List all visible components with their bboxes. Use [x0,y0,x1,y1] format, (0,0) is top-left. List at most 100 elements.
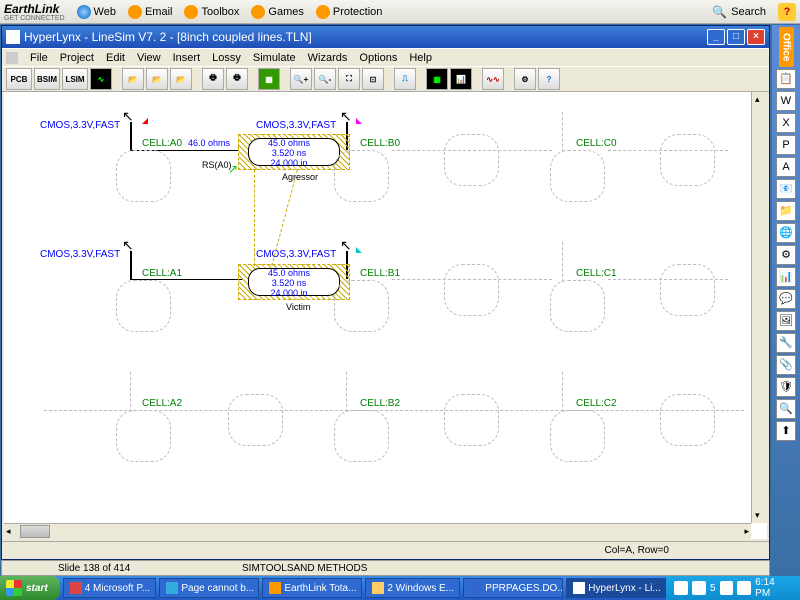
menu-file[interactable]: File [30,52,48,64]
ghost-slot[interactable] [660,134,715,186]
ghost-slot[interactable] [116,280,171,332]
tb-zoomout[interactable]: 🔍- [314,68,336,90]
ghost-slot[interactable] [334,150,389,202]
tb-grid[interactable]: ▦ [258,68,280,90]
tb-scope1[interactable]: ▦ [426,68,448,90]
side-icon[interactable]: W [776,91,796,111]
side-icon[interactable]: 🌐 [776,223,796,243]
tb-open1[interactable]: 📂 [122,68,144,90]
tray-icon[interactable] [674,581,688,595]
ghost-slot[interactable] [550,280,605,332]
tb-bsim[interactable]: BSIM [34,68,60,90]
el-games[interactable]: Games [251,5,303,19]
earthlink-logo[interactable]: EarthLink GET CONNECTED [4,2,65,22]
ghost-slot[interactable] [444,264,499,316]
menu-wizards[interactable]: Wizards [308,52,348,64]
ghost-slot[interactable] [228,394,283,446]
task-explorer[interactable]: 2 Windows E... [365,578,460,598]
tb-pcb[interactable]: PCB [6,68,32,90]
ghost-slot[interactable] [550,150,605,202]
el-email[interactable]: Email [128,5,173,19]
tb-wave[interactable]: ∿ [90,68,112,90]
ghost-slot[interactable] [334,410,389,462]
el-web[interactable]: Web [77,5,116,19]
task-hyperlynx[interactable]: HyperLynx - Li... [566,578,666,598]
side-icon[interactable]: 📧 [776,179,796,199]
el-toolbox[interactable]: Toolbox [184,5,239,19]
tray-icon[interactable] [720,581,734,595]
start-button[interactable]: start [0,576,60,600]
side-icon[interactable]: ⚙ [776,245,796,265]
menu-help[interactable]: Help [409,52,432,64]
tb-print1[interactable]: 🖶 [202,68,224,90]
task-powerpoint[interactable]: 4 Microsoft P... [63,578,157,598]
tb-res[interactable]: ∿∿ [482,68,504,90]
ghost-slot[interactable] [550,410,605,462]
tb-open3[interactable]: 📂 [170,68,192,90]
maximize-button[interactable]: □ [727,29,745,45]
tb-zoomin[interactable]: 🔍+ [290,68,312,90]
side-icon[interactable]: 💬 [776,289,796,309]
task-word[interactable]: PPRPAGES.DO... [463,578,563,598]
menu-edit[interactable]: Edit [106,52,125,64]
tb-lsim[interactable]: LSIM [62,68,88,90]
side-icon[interactable]: ⬆ [776,421,796,441]
close-button[interactable]: × [747,29,765,45]
menu-insert[interactable]: Insert [173,52,201,64]
ghost-wire [608,279,728,280]
minimize-button[interactable]: _ [707,29,725,45]
task-ie[interactable]: Page cannot b... [159,578,259,598]
menu-view[interactable]: View [137,52,161,64]
menu-project[interactable]: Project [60,52,94,64]
ghost-slot[interactable] [444,394,499,446]
ghost-slot[interactable] [444,134,499,186]
tray-icon[interactable] [692,581,706,595]
vertical-scrollbar[interactable] [751,92,767,523]
el-help-icon[interactable]: ? [778,3,796,21]
ppt-title: SIMTOOLSAND METHODS [242,563,367,574]
tb-print2[interactable]: 🖶 [226,68,248,90]
app-icon [6,30,20,44]
clock[interactable]: 6:14 PM [755,577,792,599]
side-icon[interactable]: P [776,135,796,155]
side-icon[interactable]: 🛡 [776,377,796,397]
ghost-slot[interactable] [660,394,715,446]
word-icon [470,582,482,594]
side-icon[interactable]: X [776,113,796,133]
system-tray[interactable]: 5 6:14 PM [666,576,800,600]
ghost-slot[interactable] [116,410,171,462]
side-icon[interactable]: 🔧 [776,333,796,353]
ghost-slot[interactable] [116,150,171,202]
side-icon[interactable]: 📎 [776,355,796,375]
menu-options[interactable]: Options [359,52,397,64]
cell-a0: CELL:A0 [142,138,182,149]
el-protection[interactable]: Protection [316,5,383,19]
side-icon[interactable]: 📁 [776,201,796,221]
tb-zoomfit[interactable]: ⛶ [338,68,360,90]
menu-lossy[interactable]: Lossy [212,52,241,64]
side-icon[interactable]: 📋 [776,69,796,89]
side-icon[interactable]: 📊 [776,267,796,287]
tb-help[interactable]: ? [538,68,560,90]
task-earthlink[interactable]: EarthLink Tota... [262,578,362,598]
scroll-thumb[interactable] [20,525,50,538]
ghost-slot[interactable] [334,280,389,332]
side-icon[interactable]: 🔍 [776,399,796,419]
tb-misc[interactable]: ⚙ [514,68,536,90]
ghost-slot[interactable] [660,264,715,316]
titlebar[interactable]: HyperLynx - LineSim V7. 2 - [8inch coupl… [2,26,769,48]
globe-icon [77,5,91,19]
schematic-canvas[interactable]: CMOS,3.3V,FAST ↖ CELL:A0 46.0 ohms RS(A0… [4,92,767,539]
horizontal-scrollbar[interactable] [4,523,751,539]
menu-simulate[interactable]: Simulate [253,52,296,64]
tb-open2[interactable]: 📂 [146,68,168,90]
tb-pulse[interactable]: ⎍ [394,68,416,90]
side-icon[interactable]: A [776,157,796,177]
tb-scope2[interactable]: 📊 [450,68,472,90]
office-tab[interactable]: Office [779,27,794,67]
side-icon[interactable]: 🖼 [776,311,796,331]
el-search[interactable]: 🔍Search [712,5,766,19]
tb-zoomarea[interactable]: ⊡ [362,68,384,90]
statusbar: Col=A, Row=0 [2,541,769,559]
tray-icon[interactable] [737,581,751,595]
